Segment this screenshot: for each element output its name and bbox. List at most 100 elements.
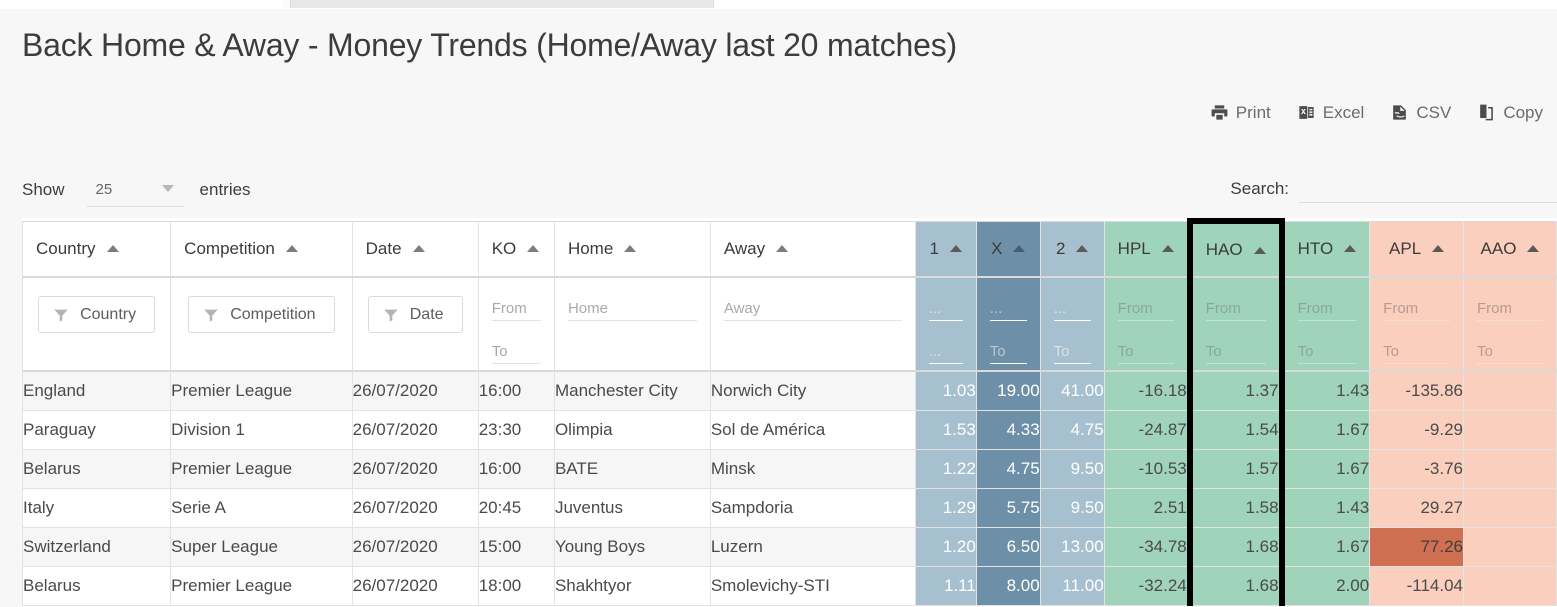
filter-from-one[interactable] (928, 296, 963, 321)
cell-two: 41.00 (1039, 370, 1105, 411)
sort-ascending-icon[interactable] (1076, 245, 1089, 253)
filter-from-two[interactable] (1053, 296, 1091, 321)
column-header-competition[interactable]: Competition (170, 220, 353, 278)
filter-from-hao[interactable] (1205, 296, 1266, 321)
column-header-aao[interactable]: AAO (1463, 220, 1557, 278)
column-filter-country: Country (22, 276, 172, 372)
column-header-x[interactable]: X (975, 220, 1041, 278)
sort-ascending-icon[interactable] (1013, 245, 1026, 253)
page-title: Back Home & Away - Money Trends (Home/Aw… (22, 27, 957, 63)
filter-from-aao[interactable] (1477, 296, 1543, 321)
cell-competition: Division 1 (170, 409, 353, 450)
filter-from-hpl[interactable] (1117, 296, 1174, 321)
cell-competition: Serie A (170, 487, 353, 528)
column-header-ko[interactable]: KO (477, 220, 555, 278)
filter-to-ko[interactable] (491, 339, 541, 364)
filter-from-hto[interactable] (1297, 296, 1357, 321)
table-row[interactable]: England Premier League 26/07/2020 16:00 Manc… (22, 370, 1557, 411)
active-browser-tab[interactable] (290, 0, 714, 8)
print-button[interactable]: Print (1210, 103, 1271, 122)
cell-hto: 1.67 (1281, 526, 1371, 567)
column-filter-hto (1281, 276, 1371, 372)
cell-hpl: -32.24 (1103, 565, 1191, 606)
header-content: Away (724, 239, 902, 259)
filter-to-apl[interactable] (1383, 339, 1451, 364)
csv-button[interactable]: CSV (1390, 103, 1451, 122)
data-table-scroll-region[interactable]: Country Competition Date KO Home Away 1 X 2 HPL HA… (22, 218, 1557, 607)
cell-away: Minsk (709, 448, 916, 489)
column-header-date[interactable]: Date (351, 220, 479, 278)
copy-button[interactable]: Copy (1477, 103, 1543, 122)
filter-to-hao[interactable] (1205, 339, 1266, 364)
table-row[interactable]: Italy Serie A 26/07/2020 20:45 Juventus Sampd… (22, 487, 1557, 528)
printer-icon (1210, 103, 1229, 122)
table-body: England Premier League 26/07/2020 16:00 Manc… (22, 370, 1557, 606)
filter-from-ko[interactable] (491, 296, 541, 321)
filter-to-two[interactable] (1053, 339, 1091, 364)
table-row[interactable]: Belarus Premier League 26/07/2020 18:00 Shak… (22, 565, 1557, 606)
filter-to-x[interactable] (989, 339, 1027, 364)
cell-hao: 1.68 (1186, 526, 1285, 567)
header-content: APL (1383, 239, 1450, 259)
cell-apl: 77.26 (1369, 526, 1465, 567)
table-header-row: Country Competition Date KO Home Away 1 X 2 HPL HA… (22, 218, 1557, 278)
column-header-two[interactable]: 2 (1039, 220, 1105, 278)
cell-hto: 1.43 (1281, 370, 1371, 411)
cell-competition: Premier League (170, 448, 353, 489)
column-header-country[interactable]: Country (22, 220, 172, 278)
filter-from-apl[interactable] (1383, 296, 1451, 321)
filter-to-one[interactable] (928, 339, 963, 364)
cell-date: 26/07/2020 (351, 370, 479, 411)
column-header-label: AAO (1480, 238, 1517, 258)
column-header-hpl[interactable]: HPL (1103, 220, 1191, 278)
cell-two: 11.00 (1039, 565, 1105, 606)
cell-ko: 20:45 (477, 487, 555, 528)
cell-apl: 29.27 (1369, 487, 1465, 528)
sort-ascending-icon[interactable] (106, 245, 119, 253)
table-row[interactable]: Belarus Premier League 26/07/2020 16:00 BATE… (22, 448, 1557, 489)
cell-aao (1463, 448, 1557, 489)
column-header-one[interactable]: 1 (914, 220, 977, 278)
column-header-hao[interactable]: HAO (1186, 218, 1285, 278)
column-header-away[interactable]: Away (709, 220, 916, 278)
cell-two: 9.50 (1039, 448, 1105, 489)
header-content: Country (36, 239, 157, 259)
sort-ascending-icon[interactable] (1161, 245, 1174, 253)
filter-to-aao[interactable] (1477, 339, 1543, 364)
filter-button-date[interactable]: Date (367, 296, 463, 333)
entries-select[interactable]: 25 (86, 173, 184, 207)
sort-ascending-icon[interactable] (1253, 246, 1266, 254)
column-header-hto[interactable]: HTO (1281, 220, 1371, 278)
cell-away: Sol de América (709, 409, 916, 450)
filter-input-home[interactable] (567, 296, 697, 321)
column-header-home[interactable]: Home (553, 220, 711, 278)
sort-ascending-icon[interactable] (285, 245, 298, 253)
cell-aao (1463, 487, 1557, 528)
cell-one: 1.22 (914, 448, 977, 489)
browser-tab-strip (0, 0, 1557, 9)
table-row[interactable]: Paraguay Division 1 26/07/2020 23:30 Olimpia… (22, 409, 1557, 450)
column-filter-two (1039, 276, 1105, 372)
filter-button-competition[interactable]: Competition (188, 296, 335, 333)
sort-ascending-icon[interactable] (1432, 245, 1445, 253)
filter-to-hpl[interactable] (1117, 339, 1174, 364)
filter-input-away[interactable] (723, 296, 902, 321)
cell-apl: -9.29 (1369, 409, 1465, 450)
sort-ascending-icon[interactable] (412, 245, 425, 253)
excel-button[interactable]: Excel (1297, 103, 1364, 122)
filter-to-hto[interactable] (1297, 339, 1357, 364)
column-header-apl[interactable]: APL (1369, 220, 1465, 278)
cell-two: 9.50 (1039, 487, 1105, 528)
sort-ascending-icon[interactable] (776, 245, 789, 253)
sort-ascending-icon[interactable] (527, 245, 540, 253)
sort-ascending-icon[interactable] (1344, 245, 1357, 253)
filter-from-x[interactable] (989, 296, 1027, 321)
sort-ascending-icon[interactable] (624, 245, 637, 253)
filter-button-country[interactable]: Country (38, 296, 156, 333)
sort-ascending-icon[interactable] (949, 245, 962, 253)
header-content: Home (568, 239, 697, 259)
cell-ko: 15:00 (477, 526, 555, 567)
sort-ascending-icon[interactable] (1527, 245, 1540, 253)
search-input[interactable] (1299, 173, 1557, 203)
table-row[interactable]: Switzerland Super League 26/07/2020 15:00 Yo… (22, 526, 1557, 567)
